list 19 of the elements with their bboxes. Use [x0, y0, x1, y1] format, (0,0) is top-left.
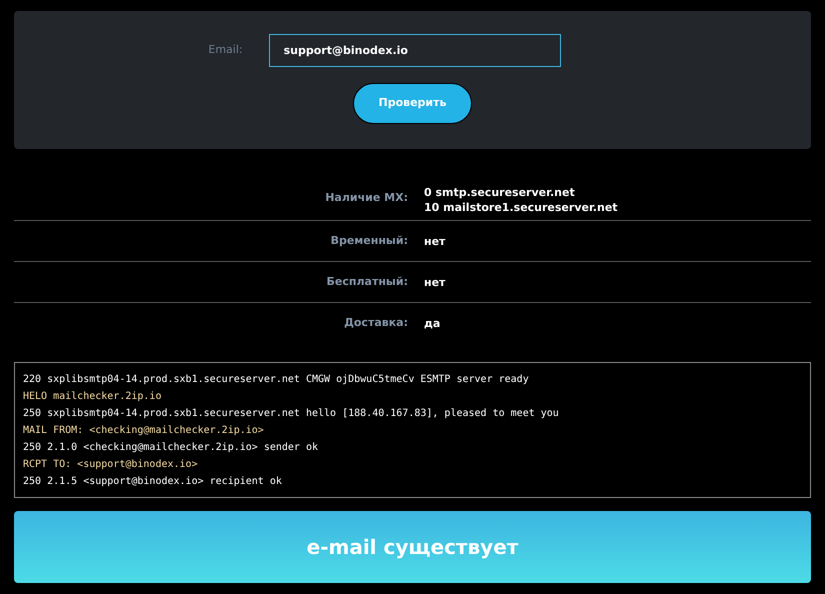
log-line: 250 2.1.5 <support@binodex.io> recipient ok	[23, 475, 283, 489]
result-label: Бесплатный:	[326, 274, 408, 290]
log-line: 220 sxplibsmtp04-14.prod.sxb1.secureserver.net CMGW ojDbwuC5tmeCv ESMTP server ready	[23, 373, 530, 387]
email-input[interactable]: support@binodex.io	[268, 34, 561, 67]
result-label: Наличие MX:	[324, 190, 408, 206]
log-line: MAIL FROM: <checking@mailchecker.2ip.io>	[23, 424, 265, 438]
email-label: Email:	[208, 42, 243, 58]
result-value: 0 smtp.secureserver.net	[424, 185, 576, 200]
log-line: HELO mailchecker.2ip.io	[23, 390, 162, 404]
result-value: нет	[424, 274, 446, 290]
result-value: да	[424, 316, 440, 331]
log-line: 250 2.1.0 <checking@mailchecker.2ip.io> sender ok	[23, 441, 320, 455]
result-value: нет	[424, 234, 446, 248]
log-line: RCPT TO: <support@binodex.io>	[23, 458, 199, 472]
result-value: 10 mailstore1.secureserver.net	[424, 200, 618, 215]
result-label: Временный:	[330, 232, 408, 249]
log-line: 250 sxplibsmtp04-14.prod.sxb1.secureserver.net hello [188.40.167.83], pleased to meet you	[23, 407, 560, 421]
result-label: Доставка:	[343, 315, 408, 332]
verdict-banner: e-mail существует	[14, 511, 811, 583]
